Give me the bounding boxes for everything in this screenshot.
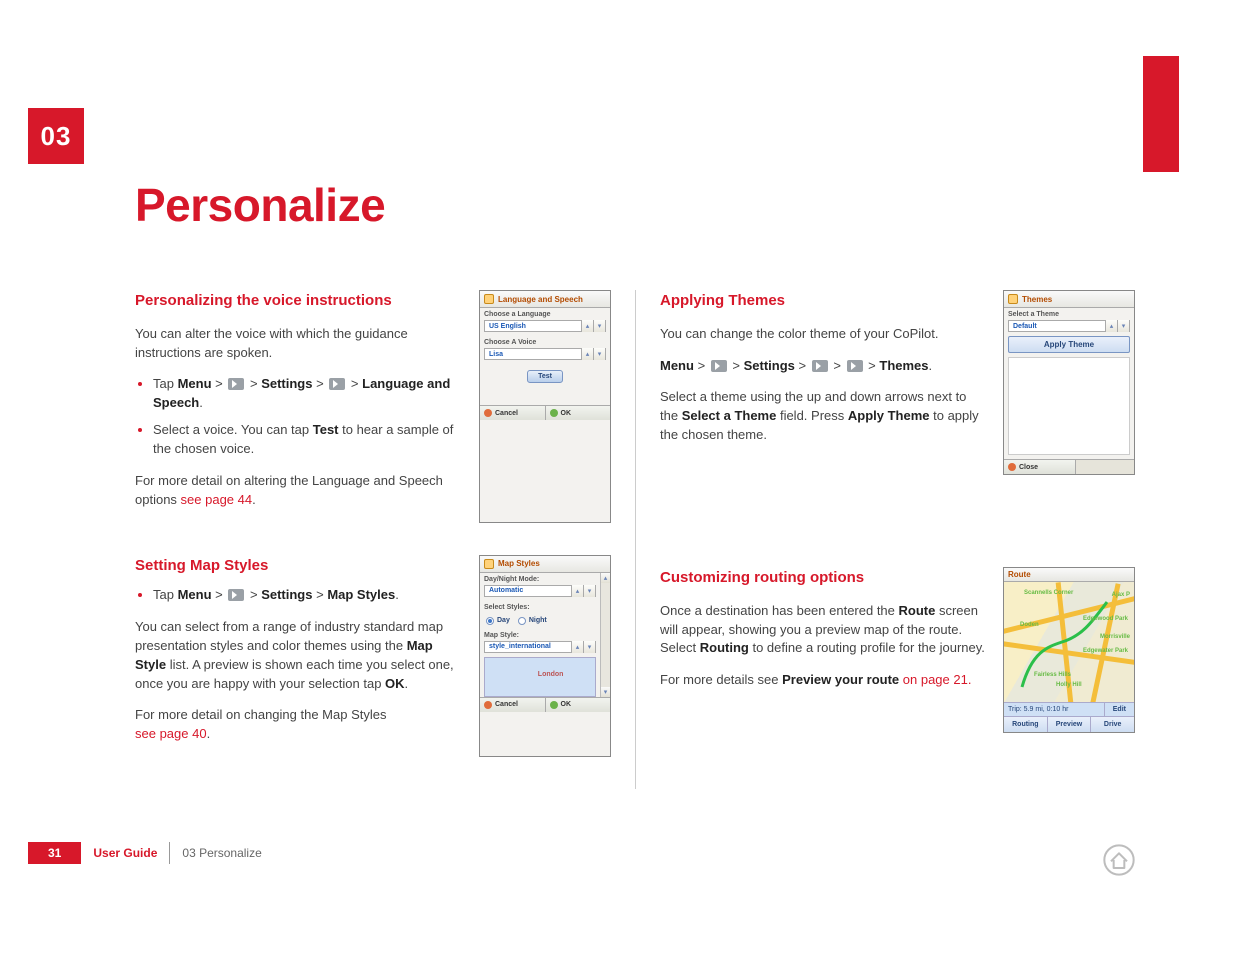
ok-button[interactable]: OK [546, 698, 611, 712]
ok-icon [550, 701, 558, 709]
routing-more: For more details see Preview your route … [660, 671, 985, 690]
page-title: Personalize [135, 178, 385, 232]
scroll-down-icon[interactable]: ▾ [601, 687, 610, 697]
ok-icon [550, 409, 558, 417]
cancel-icon [484, 701, 492, 709]
close-button[interactable]: Close [1004, 460, 1076, 474]
page-footer: 31 User Guide 03 Personalize [28, 842, 274, 864]
cancel-icon [484, 409, 492, 417]
link-preview-route[interactable]: Preview your route [782, 672, 899, 687]
chevron-icon [847, 360, 863, 372]
right-column: Applying Themes You can change the color… [635, 290, 1135, 789]
arrow-up-icon[interactable]: ▴ [1105, 320, 1117, 332]
arrow-up-icon[interactable]: ▴ [571, 585, 583, 597]
route-map-preview: Scannells Corner Ajax P Doden Edgewood P… [1004, 582, 1134, 702]
scroll-up-icon[interactable]: ▴ [601, 573, 610, 583]
link-page-44[interactable]: see page 44 [181, 492, 253, 507]
section-themes: Applying Themes You can change the color… [660, 290, 1135, 475]
screenshot-themes: Themes Select a Theme Default ▴▾ Apply T… [1003, 290, 1135, 475]
theme-preview-area [1008, 357, 1130, 455]
section-voice: Personalizing the voice instructions You… [135, 290, 611, 523]
cancel-button[interactable]: Cancel [480, 406, 546, 420]
palette-icon [1008, 294, 1018, 304]
drive-button[interactable]: Drive [1091, 716, 1134, 732]
radio-day[interactable]: Day [486, 617, 510, 625]
edit-button[interactable]: Edit [1104, 703, 1134, 716]
chevron-icon [228, 378, 244, 390]
screenshot-route: Route Scannells Corner Ajax P Doden Edge… [1003, 567, 1135, 733]
chevron-icon [228, 589, 244, 601]
theme-dropdown[interactable]: Default ▴▾ [1008, 320, 1130, 332]
arrow-up-icon[interactable]: ▴ [571, 641, 583, 653]
arrow-down-icon[interactable]: ▾ [593, 348, 605, 360]
arrow-down-icon[interactable]: ▾ [583, 585, 595, 597]
themes-desc: Select a theme using the up and down arr… [660, 388, 985, 445]
heading-voice: Personalizing the voice instructions [135, 290, 461, 312]
globe-icon [484, 294, 494, 304]
chevron-icon [329, 378, 345, 390]
apply-theme-button[interactable]: Apply Theme [1008, 336, 1130, 353]
ok-button[interactable]: OK [546, 406, 611, 420]
arrow-up-icon[interactable]: ▴ [581, 348, 593, 360]
voice-more: For more detail on altering the Language… [135, 472, 461, 510]
radio-night[interactable]: Night [518, 617, 547, 625]
screenshot-map-styles: Map Styles Day/Night Mode: Automatic ▴▾ … [479, 555, 611, 758]
link-page-40[interactable]: see page 40 [135, 726, 207, 741]
route-title: Route [1004, 568, 1134, 582]
section-map-styles: Setting Map Styles Tap Menu > > Settings… [135, 555, 611, 758]
screenshot-language-speech: Language and Speech Choose a Language US… [479, 290, 611, 523]
chapter-number-badge: 03 [28, 108, 84, 164]
heading-routing: Customizing routing options [660, 567, 985, 589]
mapstyles-more: For more detail on changing the Map Styl… [135, 706, 461, 744]
voice-dropdown[interactable]: Lisa ▴▾ [484, 348, 606, 360]
arrow-down-icon[interactable]: ▾ [583, 641, 595, 653]
preview-button[interactable]: Preview [1048, 716, 1092, 732]
test-button[interactable]: Test [527, 370, 563, 383]
page-number: 31 [28, 842, 81, 864]
content-columns: Personalizing the voice instructions You… [135, 290, 1135, 789]
footer-guide: User Guide [81, 842, 170, 864]
trip-status: Trip: 5.9 mi, 0:10 hr [1004, 703, 1104, 716]
routing-desc: Once a destination has been entered the … [660, 602, 985, 659]
cancel-button[interactable]: Cancel [480, 698, 546, 712]
heading-themes: Applying Themes [660, 290, 985, 312]
map-icon [484, 559, 494, 569]
section-routing: Customizing routing options Once a desti… [660, 567, 1135, 733]
mapstyles-desc: You can select from a range of industry … [135, 618, 461, 693]
breadcrumb: 03 Personalize [170, 842, 273, 864]
voice-intro: You can alter the voice with which the g… [135, 325, 461, 363]
scrollbar[interactable]: ▴ ▾ [600, 573, 610, 697]
map-preview [484, 657, 596, 697]
mapstyle-dropdown[interactable]: style_international ▴▾ [484, 641, 596, 653]
heading-map-styles: Setting Map Styles [135, 555, 461, 577]
routing-button[interactable]: Routing [1004, 716, 1048, 732]
daynight-dropdown[interactable]: Automatic ▴▾ [484, 585, 596, 597]
chapter-tab-bar [1143, 56, 1179, 172]
left-column: Personalizing the voice instructions You… [135, 290, 635, 789]
arrow-down-icon[interactable]: ▾ [1117, 320, 1129, 332]
chevron-icon [711, 360, 727, 372]
themes-nav: Menu > > Settings > > > Themes. [660, 357, 985, 376]
arrow-up-icon[interactable]: ▴ [581, 320, 593, 332]
language-dropdown[interactable]: US English ▴▾ [484, 320, 606, 332]
home-icon[interactable] [1103, 844, 1135, 876]
arrow-down-icon[interactable]: ▾ [593, 320, 605, 332]
close-icon [1008, 463, 1016, 471]
voice-step-2: Select a voice. You can tap Test to hear… [153, 421, 461, 459]
themes-intro: You can change the color theme of your C… [660, 325, 985, 344]
voice-step-1: Tap Menu > > Settings > > Language and S… [153, 375, 461, 413]
chevron-icon [812, 360, 828, 372]
mapstyles-step-1: Tap Menu > > Settings > Map Styles. [153, 586, 461, 605]
